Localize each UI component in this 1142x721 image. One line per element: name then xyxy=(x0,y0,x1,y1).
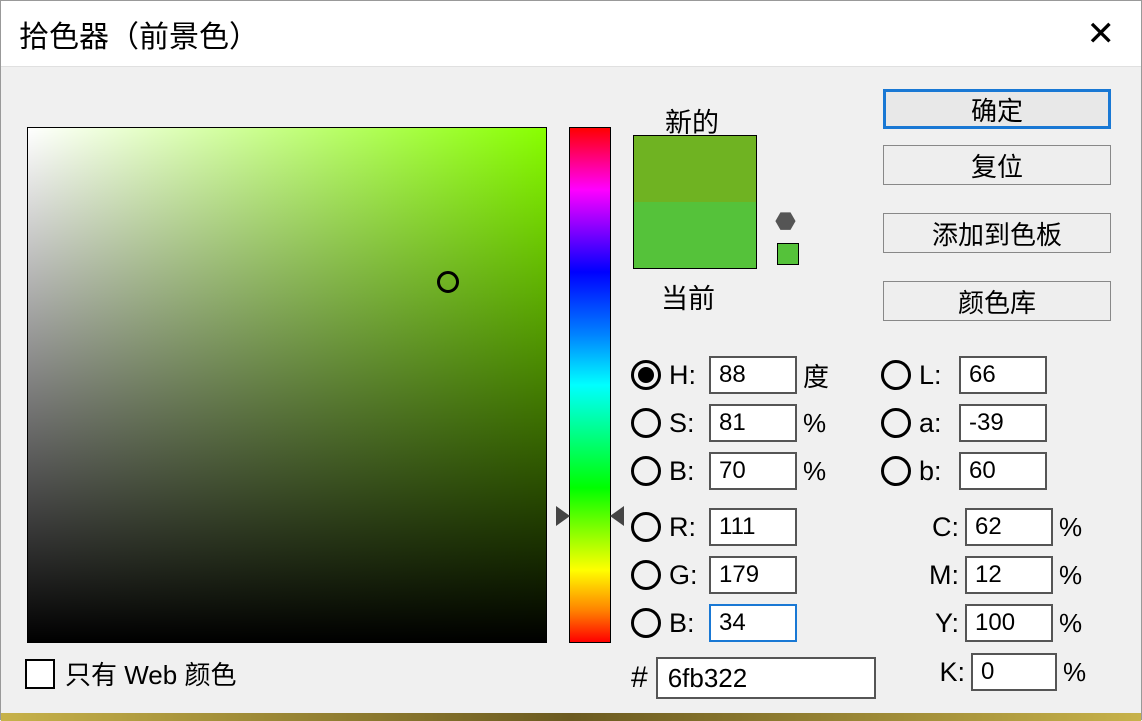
color-fields: H: 度 L: S: % a: xyxy=(631,351,1121,647)
unit-y: % xyxy=(1059,608,1103,639)
swatch-box xyxy=(633,135,757,269)
gamut-nearest-swatch[interactable] xyxy=(777,243,799,265)
button-column: 确定 复位 添加到色板 颜色库 xyxy=(883,89,1111,337)
hue-strip[interactable] xyxy=(569,127,611,643)
input-b[interactable] xyxy=(709,604,797,642)
input-l[interactable] xyxy=(959,356,1047,394)
add-swatch-button[interactable]: 添加到色板 xyxy=(883,213,1111,253)
gamut-warning-icon[interactable]: ⬣ xyxy=(775,207,801,233)
swatch-current[interactable] xyxy=(634,202,756,268)
label-k: K: xyxy=(925,657,965,688)
saturation-brightness-field[interactable] xyxy=(27,127,547,643)
swatch-new[interactable] xyxy=(634,136,756,202)
unit-k: % xyxy=(1063,657,1107,688)
label-b: B: xyxy=(669,608,709,639)
swatch-label-current: 当前 xyxy=(661,277,715,316)
radio-r[interactable] xyxy=(631,512,661,542)
label-m: M: xyxy=(919,560,959,591)
radio-g[interactable] xyxy=(631,560,661,590)
ok-button[interactable]: 确定 xyxy=(883,89,1111,129)
label-bv: B: xyxy=(669,456,709,487)
close-icon[interactable]: ✕ xyxy=(1087,17,1116,51)
color-lib-button[interactable]: 颜色库 xyxy=(883,281,1111,321)
hue-marker-right-icon xyxy=(610,506,624,526)
reset-button[interactable]: 复位 xyxy=(883,145,1111,185)
hex-label: # xyxy=(631,661,648,695)
input-g[interactable] xyxy=(709,556,797,594)
radio-blab[interactable] xyxy=(881,456,911,486)
unit-m: % xyxy=(1059,560,1103,591)
k-row: K: % xyxy=(925,653,1107,691)
titlebar: 拾色器（前景色） ✕ xyxy=(1,1,1141,67)
input-k[interactable] xyxy=(971,653,1057,691)
radio-bv[interactable] xyxy=(631,456,661,486)
web-only-label: 只有 Web 颜色 xyxy=(65,655,236,692)
label-c: C: xyxy=(919,512,959,543)
label-a: a: xyxy=(919,408,959,439)
input-m[interactable] xyxy=(965,556,1053,594)
radio-h[interactable] xyxy=(631,360,661,390)
hex-row: # xyxy=(631,657,876,699)
unit-c: % xyxy=(1059,512,1103,543)
label-h: H: xyxy=(669,360,709,391)
color-picker-dialog: 拾色器（前景色） ✕ 新的 当前 ⬣ 确定 复位 添加到色板 颜色库 xyxy=(0,0,1142,720)
input-h[interactable] xyxy=(709,356,797,394)
dialog-title: 拾色器（前景色） xyxy=(19,12,259,56)
input-bv[interactable] xyxy=(709,452,797,490)
dialog-content: 新的 当前 ⬣ 确定 复位 添加到色板 颜色库 H: 度 L: xyxy=(1,67,1141,721)
input-r[interactable] xyxy=(709,508,797,546)
label-y: Y: xyxy=(919,608,959,639)
input-a[interactable] xyxy=(959,404,1047,442)
unit-h: 度 xyxy=(803,357,847,394)
radio-s[interactable] xyxy=(631,408,661,438)
label-blab: b: xyxy=(919,456,959,487)
radio-a[interactable] xyxy=(881,408,911,438)
label-r: R: xyxy=(669,512,709,543)
sb-cursor xyxy=(437,271,459,293)
input-hex[interactable] xyxy=(656,657,876,699)
web-only-checkbox[interactable] xyxy=(25,659,55,689)
radio-b[interactable] xyxy=(631,608,661,638)
label-l: L: xyxy=(919,360,959,391)
label-s: S: xyxy=(669,408,709,439)
radio-l[interactable] xyxy=(881,360,911,390)
input-y[interactable] xyxy=(965,604,1053,642)
input-s[interactable] xyxy=(709,404,797,442)
unit-bv: % xyxy=(803,456,847,487)
web-only-row: 只有 Web 颜色 xyxy=(25,655,236,692)
hue-marker-left-icon xyxy=(556,506,570,526)
input-c[interactable] xyxy=(965,508,1053,546)
input-blab[interactable] xyxy=(959,452,1047,490)
unit-s: % xyxy=(803,408,847,439)
label-g: G: xyxy=(669,560,709,591)
